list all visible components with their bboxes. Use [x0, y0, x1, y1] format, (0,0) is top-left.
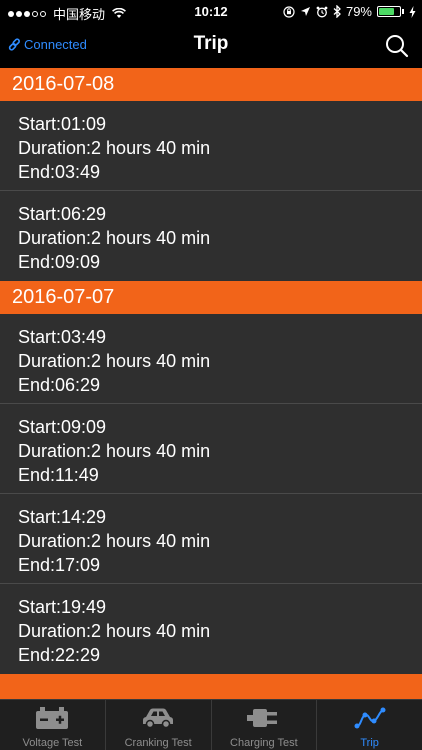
section-header-date: 2016-07-07	[0, 281, 422, 314]
section-header-date: 2016-07-08	[0, 68, 422, 101]
trip-start: Start:03:49	[18, 327, 107, 347]
trip-duration: Duration:2 hours 40 min	[18, 441, 211, 461]
battery-icon	[36, 707, 69, 729]
car-icon	[143, 708, 174, 729]
charging-bolt-icon	[409, 5, 416, 18]
tab-trip[interactable]: Trip	[317, 700, 422, 750]
trip-row[interactable]: Start:06:29 Duration:2 hours 40 min End:…	[0, 191, 422, 281]
trip-start: Start:19:49	[18, 597, 107, 617]
trip-end: End:09:09	[18, 252, 101, 272]
trip-list[interactable]: 2016-07-08 Start:01:09 Duration:2 hours …	[0, 68, 422, 699]
battery-icon	[377, 6, 401, 17]
trip-row[interactable]: Start:03:49 Duration:2 hours 40 min End:…	[0, 314, 422, 404]
trip-duration: Duration:2 hours 40 min	[18, 531, 211, 551]
tab-charging-test[interactable]: Charging Test	[212, 700, 318, 750]
trip-start: Start:06:29	[18, 204, 107, 224]
trip-duration: Duration:2 hours 40 min	[18, 228, 211, 248]
trip-end: End:17:09	[18, 555, 101, 575]
trip-end: End:22:29	[18, 645, 101, 665]
tab-label: Voltage Test	[22, 737, 83, 749]
tab-label: Trip	[360, 737, 379, 749]
search-icon	[386, 35, 409, 58]
app-screen: 中国移动 10:12 79% Connected Trip 2016-07-08…	[0, 0, 422, 750]
trip-duration: Duration:2 hours 40 min	[18, 138, 211, 158]
navigation-bar: Connected Trip	[0, 24, 422, 68]
trip-row[interactable]: Start:09:09 Duration:2 hours 40 min End:…	[0, 404, 422, 494]
tab-label: Charging Test	[230, 737, 298, 749]
battery-percent: 79%	[345, 4, 372, 19]
trip-end: End:03:49	[18, 162, 101, 182]
status-bar: 中国移动 10:12 79%	[0, 0, 422, 24]
section-header-partial	[0, 674, 422, 699]
tab-bar: Voltage Test Cranking Test Charging Test…	[0, 699, 422, 750]
trip-duration: Duration:2 hours 40 min	[18, 351, 211, 371]
search-button[interactable]	[384, 33, 410, 59]
trip-duration: Duration:2 hours 40 min	[18, 621, 211, 641]
trip-route-icon	[354, 707, 386, 729]
trip-row[interactable]: Start:19:49 Duration:2 hours 40 min End:…	[0, 584, 422, 674]
trip-start: Start:01:09	[18, 114, 107, 134]
trip-start: Start:14:29	[18, 507, 107, 527]
trip-start: Start:09:09	[18, 417, 107, 437]
trip-row[interactable]: Start:14:29 Duration:2 hours 40 min End:…	[0, 494, 422, 584]
tab-label: Cranking Test	[124, 737, 192, 749]
page-title: Trip	[193, 33, 229, 54]
trip-end: End:11:49	[18, 465, 99, 485]
alarm-icon	[316, 6, 328, 17]
trip-row[interactable]: Start:01:09 Duration:2 hours 40 min End:…	[0, 101, 422, 191]
tab-cranking-test[interactable]: Cranking Test	[106, 700, 212, 750]
trip-end: End:06:29	[18, 375, 101, 395]
tab-voltage-test[interactable]: Voltage Test	[0, 700, 106, 750]
orientation-lock-icon	[283, 5, 295, 18]
plug-icon	[246, 709, 277, 727]
location-arrow-icon	[300, 7, 310, 16]
bluetooth-icon	[333, 5, 341, 18]
